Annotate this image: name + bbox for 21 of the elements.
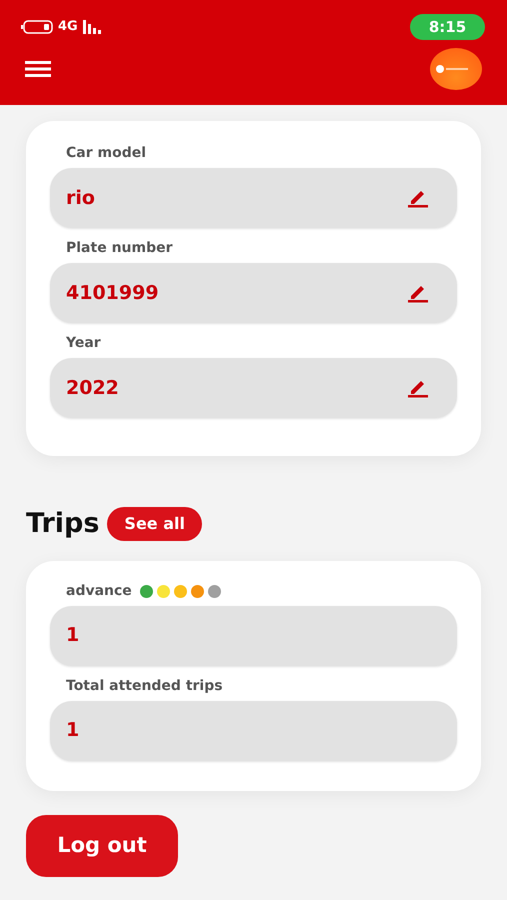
field-label: Car model xyxy=(66,144,146,163)
field-label: Year xyxy=(66,334,101,353)
input-field[interactable]: 4101999 xyxy=(50,263,457,323)
edit-icon[interactable] xyxy=(407,378,429,398)
edit-icon[interactable] xyxy=(407,188,429,208)
menu-icon[interactable] xyxy=(25,60,51,78)
battery-icon xyxy=(20,20,54,34)
see-all-button[interactable]: See all xyxy=(107,507,202,542)
section-title: Trips xyxy=(26,507,100,541)
network-type: 4G xyxy=(58,18,78,36)
input-field[interactable]: 1 xyxy=(50,700,457,760)
input-field[interactable]: 1 xyxy=(50,606,457,666)
field-label: advance xyxy=(66,582,132,600)
field-label: Total attended trips xyxy=(66,676,223,696)
input-field[interactable]: rio xyxy=(50,168,457,228)
input-field[interactable]: 2022 xyxy=(50,358,457,418)
logout-button[interactable]: Log out xyxy=(26,814,178,876)
status-time: 8:15 xyxy=(410,14,485,40)
edit-icon[interactable] xyxy=(407,283,429,303)
field-label: Plate number xyxy=(66,239,173,258)
logo-icon xyxy=(430,48,482,90)
